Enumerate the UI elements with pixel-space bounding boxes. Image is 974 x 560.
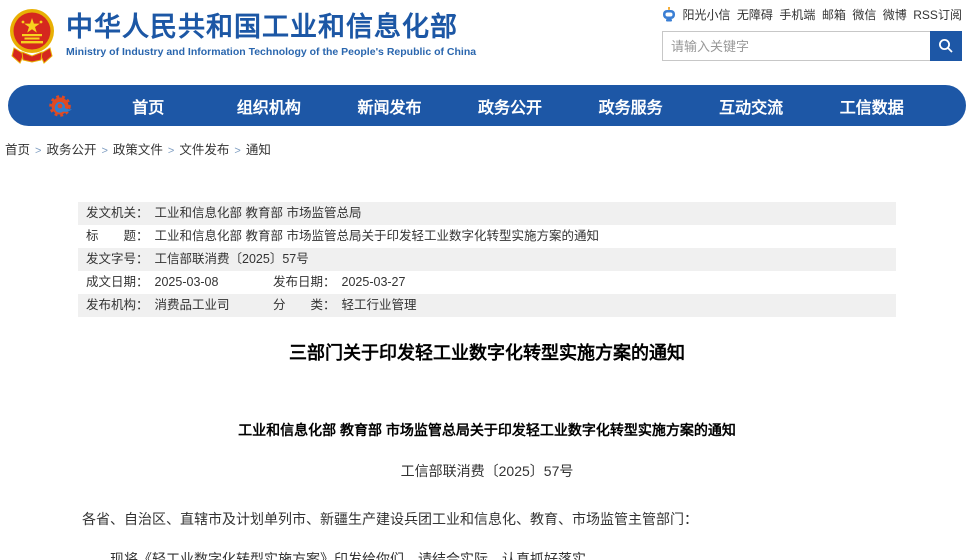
quick-link-sunshine-mascot[interactable]: 阳光小信 xyxy=(682,6,730,23)
nav-item-miit-data[interactable]: 工信数据 xyxy=(811,94,932,118)
quick-links: 阳光小信 无障碍 手机端 邮箱 微信 微博 RSS订阅 xyxy=(662,6,962,23)
meta-row-issuing-authority: 发文机关： 工业和信息化部 教育部 市场监管总局 xyxy=(78,202,896,225)
breadcrumb-home[interactable]: 首页 xyxy=(5,143,30,157)
quick-link-rss[interactable]: RSS订阅 xyxy=(913,6,962,23)
site-title: 中华人民共和国工业和信息化部 xyxy=(66,12,476,43)
meta-row-title: 标 题： 工业和信息化部 教育部 市场监管总局关于印发轻工业数字化转型实施方案的… xyxy=(78,225,896,248)
nav-item-interaction[interactable]: 互动交流 xyxy=(691,94,812,118)
national-emblem-icon xyxy=(8,6,56,64)
breadcrumb-gov-disclosure[interactable]: 政务公开 xyxy=(46,143,96,157)
search-icon xyxy=(938,38,954,54)
breadcrumb-separator: > xyxy=(234,145,240,157)
meta-label: 成文日期： xyxy=(86,271,149,294)
search-button[interactable] xyxy=(930,31,962,61)
breadcrumb-separator: > xyxy=(101,145,107,157)
meta-label: 发文字号： xyxy=(86,248,149,271)
nav-item-gov-services[interactable]: 政务服务 xyxy=(570,94,691,118)
meta-pair-category: 分 类： 轻工行业管理 xyxy=(273,294,417,317)
search-bar xyxy=(662,31,962,61)
miit-gear-logo-icon xyxy=(48,93,74,119)
meta-value: 工业和信息化部 教育部 市场监管总局关于印发轻工业数字化转型实施方案的通知 xyxy=(155,225,599,248)
document-content: 发文机关： 工业和信息化部 教育部 市场监管总局 标 题： 工业和信息化部 教育… xyxy=(78,202,896,560)
site-title-english: Ministry of Industry and Information Tec… xyxy=(66,46,476,58)
article-subtitle: 工业和信息化部 教育部 市场监管总局关于印发轻工业数字化转型实施方案的通知 xyxy=(78,422,896,438)
breadcrumb-policy-documents[interactable]: 政策文件 xyxy=(113,143,163,157)
breadcrumb-separator: > xyxy=(35,145,41,157)
meta-row-document-number: 发文字号： 工信部联消费〔2025〕57号 xyxy=(78,248,896,271)
meta-value: 轻工行业管理 xyxy=(342,294,417,317)
breadcrumb-notice[interactable]: 通知 xyxy=(246,143,271,157)
meta-label: 分 类： xyxy=(273,294,336,317)
meta-label: 发布日期： xyxy=(273,271,336,294)
article-title: 三部门关于印发轻工业数字化转型实施方案的通知 xyxy=(78,342,896,364)
meta-value: 工业和信息化部 教育部 市场监管总局 xyxy=(155,202,362,225)
meta-value: 消费品工业司 xyxy=(155,294,230,317)
meta-value: 工信部联消费〔2025〕57号 xyxy=(155,248,309,271)
nav-item-home[interactable]: 首页 xyxy=(88,94,209,118)
meta-row-publisher-category: 发布机构： 消费品工业司 分 类： 轻工行业管理 xyxy=(78,294,896,317)
breadcrumb: 首页 > 政务公开 > 政策文件 > 文件发布 > 通知 xyxy=(0,126,974,158)
meta-pair-publish-date: 发布日期： 2025-03-27 xyxy=(273,271,405,294)
quick-link-weibo[interactable]: 微博 xyxy=(883,6,907,23)
header-tools: 阳光小信 无障碍 手机端 邮箱 微信 微博 RSS订阅 xyxy=(662,6,962,61)
site-logo[interactable]: 中华人民共和国工业和信息化部 Ministry of Industry and … xyxy=(8,6,476,64)
meta-label: 发布机构： xyxy=(86,294,149,317)
main-nav: 首页 组织机构 新闻发布 政务公开 政务服务 互动交流 工信数据 xyxy=(8,85,966,126)
meta-label: 标 题： xyxy=(86,225,149,248)
meta-pair-written-date: 成文日期： 2025-03-08 xyxy=(86,271,273,294)
meta-pair-publisher: 发布机构： 消费品工业司 xyxy=(86,294,273,317)
meta-value: 2025-03-27 xyxy=(342,271,406,294)
nav-item-organization[interactable]: 组织机构 xyxy=(209,94,330,118)
breadcrumb-document-release[interactable]: 文件发布 xyxy=(179,143,229,157)
nav-item-gov-disclosure[interactable]: 政务公开 xyxy=(450,94,571,118)
quick-link-accessibility[interactable]: 无障碍 xyxy=(737,6,773,23)
meta-label: 发文机关： xyxy=(86,202,149,225)
article-paragraph-body: 现将《轻工业数字化转型实施方案》印发给你们，请结合实际，认真抓好落实。 xyxy=(78,552,896,560)
nav-item-news[interactable]: 新闻发布 xyxy=(329,94,450,118)
quick-link-mobile[interactable]: 手机端 xyxy=(779,6,815,23)
article-doc-number: 工信部联消费〔2025〕57号 xyxy=(78,464,896,479)
mascot-icon xyxy=(662,7,676,22)
article-paragraph-recipients: 各省、自治区、直辖市及计划单列市、新疆生产建设兵团工业和信息化、教育、市场监管主… xyxy=(78,512,896,527)
quick-link-mail[interactable]: 邮箱 xyxy=(822,6,846,23)
site-header: 中华人民共和国工业和信息化部 Ministry of Industry and … xyxy=(0,0,974,85)
brand-text: 中华人民共和国工业和信息化部 Ministry of Industry and … xyxy=(66,12,476,57)
quick-link-wechat[interactable]: 微信 xyxy=(852,6,876,23)
meta-value: 2025-03-08 xyxy=(155,271,219,294)
document-meta-table: 发文机关： 工业和信息化部 教育部 市场监管总局 标 题： 工业和信息化部 教育… xyxy=(78,202,896,317)
search-input[interactable] xyxy=(662,31,930,61)
breadcrumb-separator: > xyxy=(168,145,174,157)
meta-row-dates: 成文日期： 2025-03-08 发布日期： 2025-03-27 xyxy=(78,271,896,294)
